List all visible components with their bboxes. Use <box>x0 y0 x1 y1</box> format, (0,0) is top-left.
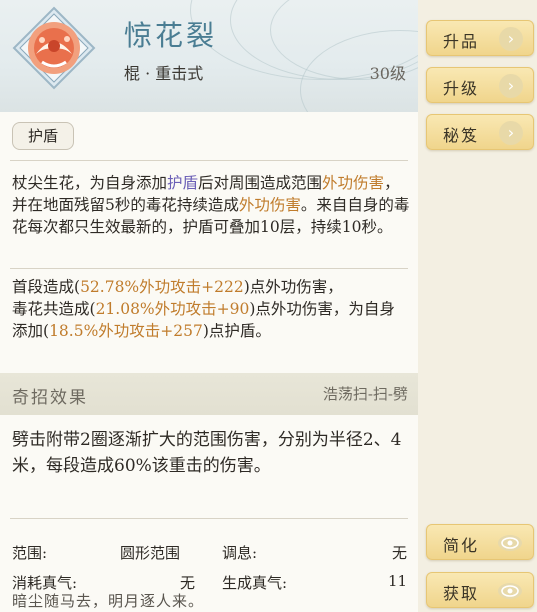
skill-detail-panel: 惊花裂 棍 · 重击式 30级 护盾 杖尖生花，为自身添加护盾后对周围造成范围外… <box>0 0 418 612</box>
shield-keyword: 护盾 <box>167 174 199 192</box>
qizhao-description: 劈击附带2圈逐渐扩大的范围伤害，分别为半径2、4米，每段造成60%该重击的伤害。 <box>12 430 402 476</box>
qizhao-header: 奇招效果 浩荡扫-扫-劈 <box>0 373 418 415</box>
skill-tag-shield: 护盾 <box>12 122 74 150</box>
chevron-right-icon: › <box>499 27 523 51</box>
gain-label: 生成真气: <box>222 574 288 592</box>
skill-weapon-type: 棍 · 重击式 <box>124 64 204 83</box>
chevron-right-icon: › <box>499 121 523 145</box>
obtain-label: 获取 <box>443 584 480 603</box>
upgrade-level-label: 升级 <box>443 79 480 98</box>
damage-keyword: 外功伤害 <box>322 174 385 192</box>
skill-damage-detail: 首段造成(52.78%外功攻击+222)点外功伤害， 毒花共造成(21.08%外… <box>12 278 395 340</box>
tiaoxi-value: 无 <box>392 544 408 562</box>
eye-icon <box>498 583 522 599</box>
secret-manual-button[interactable]: 秘笈 › <box>426 114 534 150</box>
skill-description: 杖尖生花，为自身添加护盾后对周围造成范围外功伤害，并在地面残留5秒的毒花持续造成… <box>12 174 410 236</box>
divider <box>10 268 408 269</box>
eye-icon <box>498 535 522 551</box>
upgrade-level-button[interactable]: 升级 › <box>426 67 534 103</box>
skill-name: 惊花裂 <box>124 19 218 52</box>
tiaoxi-label: 调息: <box>222 544 258 562</box>
skill-header: 惊花裂 棍 · 重击式 30级 <box>0 0 418 112</box>
qizhao-combo-name: 浩荡扫-扫-劈 <box>322 385 408 403</box>
flavor-quote: 暗尘随马去，明月逐人来。 <box>12 592 205 610</box>
divider <box>10 160 408 161</box>
gain-value: 11 <box>388 572 408 590</box>
obtain-button[interactable]: 获取 <box>426 572 534 608</box>
divider <box>10 518 408 519</box>
skill-emblem-icon <box>12 6 96 90</box>
range-value: 圆形范围 <box>120 544 181 562</box>
upgrade-quality-button[interactable]: 升品 › <box>426 20 534 56</box>
qizhao-title: 奇招效果 <box>12 388 88 408</box>
skill-level: 30级 <box>369 64 406 83</box>
damage-keyword: 外功伤害 <box>238 196 301 214</box>
secret-manual-label: 秘笈 <box>443 126 480 145</box>
range-label: 范围: <box>12 544 48 562</box>
chevron-right-icon: › <box>499 74 523 98</box>
simplify-label: 简化 <box>443 536 480 555</box>
upgrade-quality-label: 升品 <box>443 32 480 51</box>
simplify-button[interactable]: 简化 <box>426 524 534 560</box>
